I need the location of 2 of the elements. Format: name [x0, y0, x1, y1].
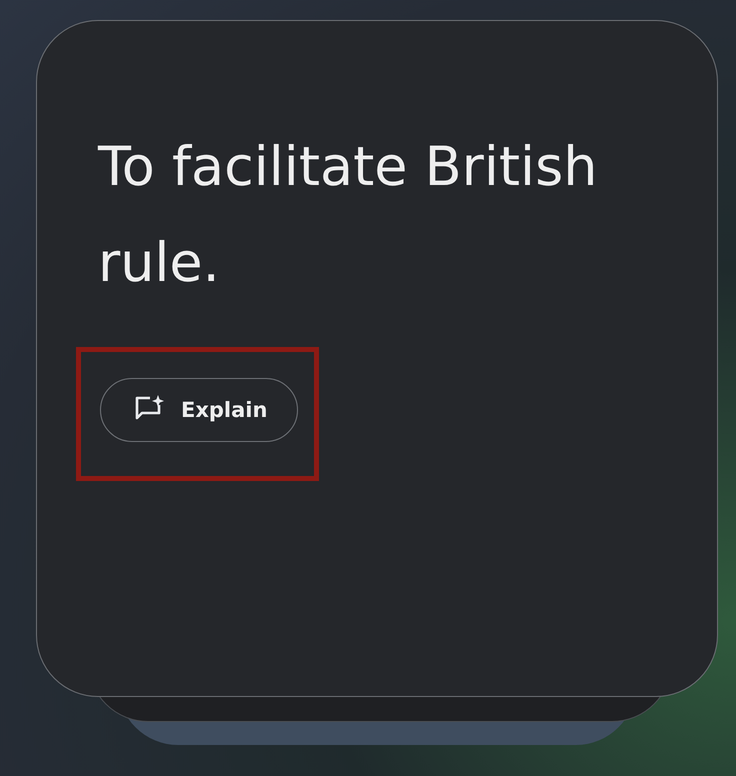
explain-button[interactable]: Explain: [100, 378, 298, 442]
card-text: To facilitate British rule.: [98, 134, 598, 296]
